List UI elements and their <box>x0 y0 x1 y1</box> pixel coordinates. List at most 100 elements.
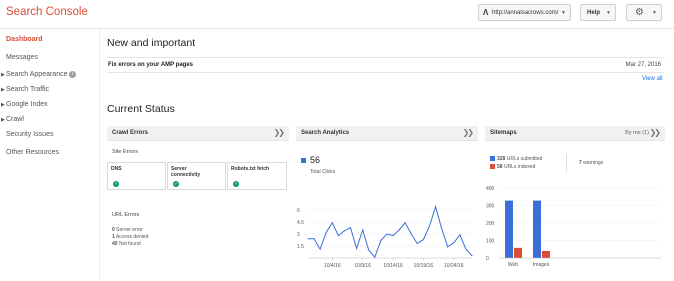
clicks-legend-swatch <box>301 158 306 163</box>
data-point <box>435 206 437 208</box>
expand-icon[interactable]: ❯❯ <box>463 128 474 137</box>
expand-icon[interactable]: ❯❯ <box>650 128 661 137</box>
sidebar-item-label: Google Index <box>6 101 48 108</box>
crawl-errors-card: Crawl Errors ❯❯ Site Errors DNS ✓ Server… <box>107 126 289 281</box>
x-category-label: Images <box>533 262 550 268</box>
data-point <box>416 243 418 245</box>
notice-row[interactable]: Fix errors on your AMP pages Mar 27, 201… <box>107 57 665 73</box>
x-tick-label: 10/14/16 <box>383 263 403 269</box>
sidebar-item-security-issues[interactable]: Security Issues <box>6 131 53 138</box>
data-point <box>325 231 327 233</box>
notice-text: Fix errors on your AMP pages <box>108 62 194 68</box>
bar-web-submitted <box>505 200 513 258</box>
divider <box>566 154 567 172</box>
data-point <box>410 233 412 235</box>
indexed-label: URLs indexed <box>503 164 536 170</box>
site-selector[interactable]: Λ http://annalsacrows.com/ ▼ <box>478 4 571 21</box>
chevron-down-icon: ▼ <box>561 10 566 16</box>
data-point <box>404 222 406 224</box>
indexed-count: 58 <box>497 164 503 170</box>
data-point <box>447 246 449 248</box>
sidebar-item-search-appearance[interactable]: ▶ Search Appearance <box>1 71 68 78</box>
chevron-down-icon: ▼ <box>652 10 657 16</box>
by-me-filter[interactable]: By me (1) <box>625 130 649 136</box>
help-label: Help <box>587 10 601 16</box>
indexed-swatch <box>490 164 495 170</box>
warnings-summary[interactable]: 7 warnings <box>579 160 603 166</box>
gear-icon: ⚙ <box>635 7 644 18</box>
error-label: Not found <box>118 241 141 247</box>
current-status-heading: Current Status <box>107 103 175 115</box>
site-url: http://annalsacrows.com/ <box>492 10 559 16</box>
card-header[interactable]: Sitemaps By me (1) ❯❯ <box>485 126 665 141</box>
data-point <box>350 227 352 229</box>
robots-fetch-cell[interactable]: Robots.txt fetch ✓ <box>227 162 287 190</box>
y-tick-label: 6 <box>297 208 300 214</box>
data-point <box>471 255 473 257</box>
x-tick-label: 10/24/16 <box>444 263 464 269</box>
sidebar-item-search-traffic[interactable]: ▶ Search Traffic <box>1 86 50 93</box>
data-point <box>453 242 455 244</box>
data-point <box>386 233 388 235</box>
data-point <box>368 249 370 251</box>
top-bar: Search Console Λ http://annalsacrows.com… <box>0 0 674 29</box>
data-point <box>362 229 364 231</box>
sidebar-item-label: Search Traffic <box>6 86 50 93</box>
sidebar-item-other-resources[interactable]: Other Resources <box>6 149 59 156</box>
bar-web-indexed <box>514 247 522 258</box>
data-point <box>380 239 382 241</box>
sidebar-item-messages[interactable]: Messages <box>6 54 38 61</box>
cell-label: Server connectivity <box>171 166 201 178</box>
error-count: 1 <box>112 234 115 240</box>
expand-arrow-icon: ▶ <box>1 72 5 78</box>
expand-arrow-icon: ▶ <box>1 102 5 108</box>
info-icon[interactable]: i <box>69 71 76 78</box>
settings-button[interactable]: ⚙ ▼ <box>626 4 662 21</box>
app-title[interactable]: Search Console <box>6 6 88 18</box>
sitemap-bar-chart: 0 100 200 300 400 Web Images <box>486 186 661 268</box>
site-favicon-icon: Λ <box>483 8 489 17</box>
expand-arrow-icon: ▶ <box>1 117 5 123</box>
help-button[interactable]: Help ▼ <box>580 4 616 21</box>
data-point <box>356 247 358 249</box>
y-tick-label: 0 <box>486 256 489 262</box>
y-tick-label: 1.5 <box>297 244 304 250</box>
url-error-row[interactable]: 40 Not found <box>112 241 141 247</box>
check-icon: ✓ <box>113 181 119 187</box>
expand-icon[interactable]: ❯❯ <box>274 128 285 137</box>
card-header[interactable]: Crawl Errors ❯❯ <box>107 126 289 141</box>
data-point <box>459 234 461 236</box>
clicks-series-line <box>308 205 473 259</box>
data-point <box>428 225 430 227</box>
sidebar-item-label: Search Appearance <box>6 71 68 78</box>
data-point <box>465 248 467 250</box>
data-point <box>337 235 339 237</box>
sidebar-item-dashboard[interactable]: Dashboard <box>6 36 43 43</box>
y-tick-label: 300 <box>486 204 495 210</box>
total-clicks-value: 56 <box>310 155 321 165</box>
y-tick-label: 3 <box>297 232 300 238</box>
dns-cell[interactable]: DNS ✓ <box>107 162 166 190</box>
warnings-label: warnings <box>583 160 604 166</box>
search-analytics-card: Search Analytics ❯❯ 56 Total Clicks 1.5 3… <box>296 126 478 281</box>
sidebar-item-crawl[interactable]: ▶ Crawl <box>1 116 24 123</box>
y-tick-label: 400 <box>486 186 495 192</box>
server-connectivity-cell[interactable]: Server connectivity ✓ <box>167 162 226 190</box>
x-tick-label: 10/4/16 <box>324 263 341 269</box>
url-error-row[interactable]: 0 Server error <box>112 227 143 233</box>
x-category-label: Web <box>508 262 518 268</box>
clicks-line-chart: 1.5 3 4.5 6 10/4/16 10/9/16 10/14/16 10/19/16 10… <box>297 205 473 269</box>
data-point <box>319 248 321 250</box>
url-error-row[interactable]: 1 Access denied <box>112 234 148 240</box>
y-tick-label: 4.5 <box>297 220 304 226</box>
card-title: Search Analytics <box>301 130 350 136</box>
cell-label: DNS <box>111 166 122 172</box>
data-point <box>331 222 333 224</box>
error-count: 40 <box>112 241 118 247</box>
total-clicks-label: Total Clicks <box>310 169 336 175</box>
sidebar-item-google-index[interactable]: ▶ Google Index <box>1 101 48 108</box>
view-all-link[interactable]: View all <box>642 76 663 82</box>
card-header[interactable]: Search Analytics ❯❯ <box>296 126 478 141</box>
expand-arrow-icon: ▶ <box>1 87 5 93</box>
data-point <box>441 227 443 229</box>
